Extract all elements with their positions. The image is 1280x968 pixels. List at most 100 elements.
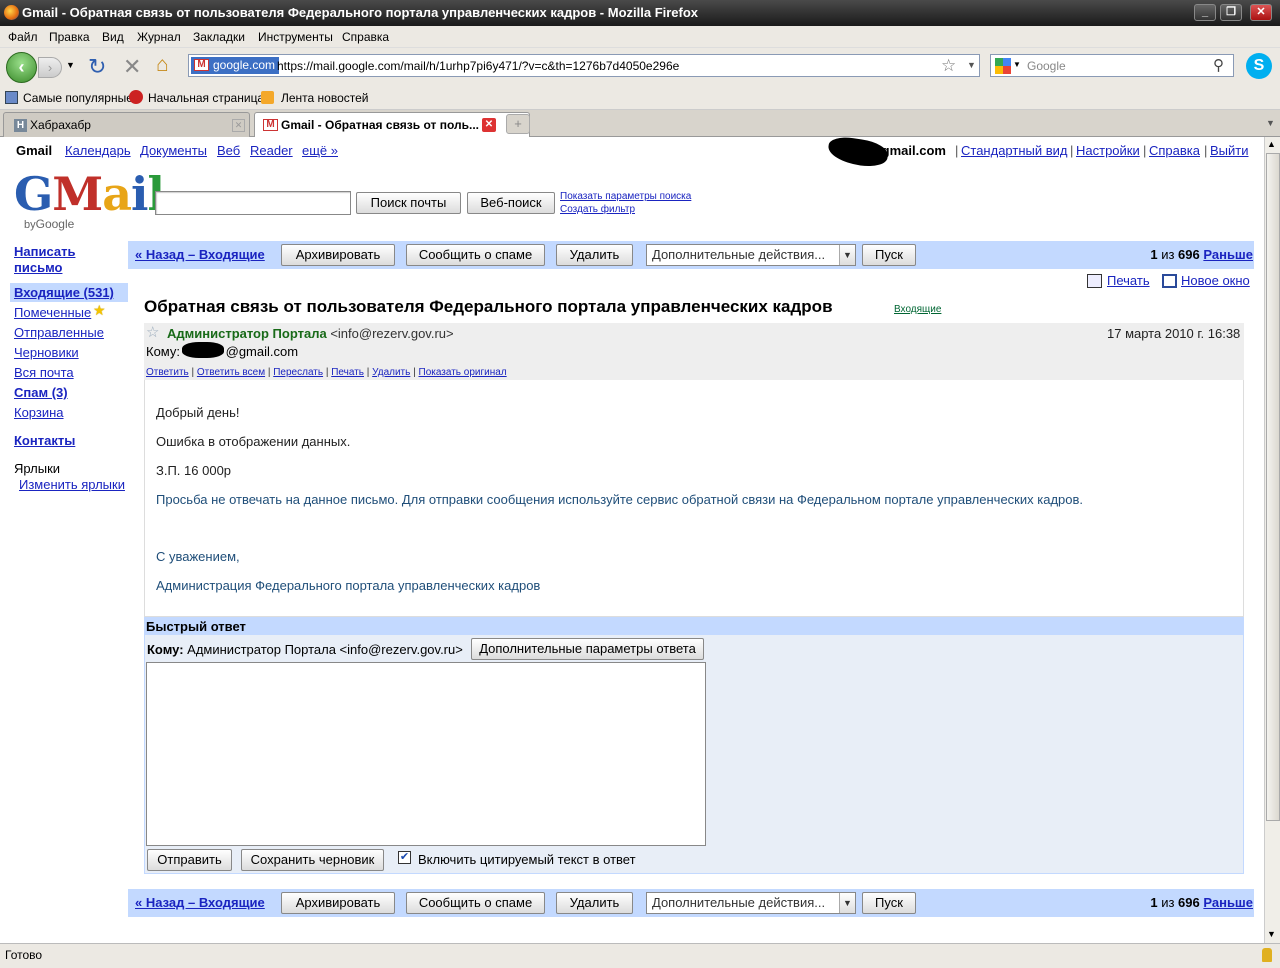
reload-icon[interactable]: ↻ — [88, 54, 106, 80]
more-actions-select[interactable]: Дополнительные действия... ▼ — [646, 244, 856, 266]
more-actions-select[interactable]: Дополнительные действия... ▼ — [646, 892, 856, 914]
home-icon[interactable]: ⌂ — [156, 53, 169, 77]
show-original-link[interactable]: Показать оригинал — [419, 367, 507, 378]
new-tab-button[interactable]: + — [506, 114, 530, 134]
nav-reader-link[interactable]: Reader — [250, 143, 293, 158]
report-spam-button[interactable]: Сообщить о спаме — [406, 892, 545, 914]
sidebar-item-all-mail[interactable]: Вся почта — [14, 365, 74, 380]
bookmark-start-page[interactable]: Начальная страница — [148, 91, 264, 105]
older-link[interactable]: Раньше — [1203, 247, 1253, 262]
sidebar-item-trash[interactable]: Корзина — [14, 405, 64, 420]
sidebar-item-inbox[interactable]: Входящие (531) — [14, 285, 114, 300]
reply-link[interactable]: Ответить — [146, 367, 189, 378]
menu-bookmarks[interactable]: Закладки — [193, 30, 245, 44]
nav-more-link[interactable]: ещё » — [302, 143, 338, 158]
tab-list-icon[interactable]: ▼ — [1266, 118, 1275, 128]
save-draft-button[interactable]: Сохранить черновик — [241, 849, 384, 871]
bookmark-most-visited[interactable]: Самые популярные — [23, 91, 133, 105]
tab-habrahabr[interactable]: H Хабрахабр ✕ — [3, 112, 250, 137]
nav-web-link[interactable]: Веб — [217, 143, 240, 158]
archive-button[interactable]: Архивировать — [281, 244, 395, 266]
search-mail-button[interactable]: Поиск почты — [356, 192, 461, 214]
print-icon[interactable] — [1087, 274, 1102, 288]
inbox-label-link[interactable]: Входящие — [894, 304, 941, 315]
search-bar[interactable]: ▼ Google ⚲ — [990, 54, 1234, 77]
site-identity-badge[interactable]: Mgoogle.com — [191, 57, 280, 74]
url-dropdown-icon[interactable]: ▼ — [967, 60, 976, 70]
reply-textarea[interactable] — [146, 662, 706, 846]
sidebar-item-contacts[interactable]: Контакты — [14, 433, 75, 448]
close-window-button[interactable]: ✕ — [1250, 4, 1272, 21]
edit-labels-link[interactable]: Изменить ярлыки — [19, 477, 125, 492]
minimize-button[interactable]: _ — [1194, 4, 1216, 21]
menu-history[interactable]: Журнал — [137, 30, 181, 44]
star-toggle-icon[interactable]: ☆ — [146, 323, 159, 341]
back-to-inbox-link[interactable]: « Назад – Входящие — [135, 247, 265, 262]
bookmarks-toolbar: Самые популярные Начальная страница Лент… — [0, 86, 1280, 110]
engine-dropdown-icon[interactable]: ▼ — [1013, 60, 1021, 69]
back-to-inbox-link[interactable]: « Назад – Входящие — [135, 895, 265, 910]
help-link[interactable]: Справка — [1149, 143, 1200, 158]
window-title: Gmail - Обратная связь от пользователя Ф… — [22, 5, 699, 20]
url-text[interactable]: https://mail.google.com/mail/h/1urhp7pi6… — [277, 59, 679, 73]
address-bar[interactable]: Mgoogle.com https://mail.google.com/mail… — [188, 54, 980, 77]
delete-button[interactable]: Удалить — [556, 244, 633, 266]
sidebar-item-starred[interactable]: Помеченные — [14, 305, 91, 320]
print-link[interactable]: Печать — [1107, 273, 1150, 288]
new-window-link[interactable]: Новое окно — [1181, 273, 1250, 288]
forward-link[interactable]: Переслать — [273, 367, 323, 378]
create-filter-link[interactable]: Создать фильтр — [560, 204, 635, 215]
scrollbar-thumb[interactable] — [1266, 153, 1280, 821]
nav-documents-link[interactable]: Документы — [140, 143, 207, 158]
close-tab-icon[interactable]: ✕ — [232, 119, 245, 132]
delete-button[interactable]: Удалить — [556, 892, 633, 914]
stop-icon[interactable]: ✕ — [123, 54, 141, 80]
scroll-down-icon[interactable]: ▼ — [1267, 929, 1276, 939]
more-reply-options-button[interactable]: Дополнительные параметры ответа — [471, 638, 704, 660]
back-button[interactable]: ‹ — [6, 52, 37, 83]
bookmark-star-icon[interactable]: ☆ — [941, 56, 956, 76]
menu-edit[interactable]: Правка — [49, 30, 90, 44]
send-button[interactable]: Отправить — [147, 849, 232, 871]
mail-search-input[interactable] — [155, 191, 351, 215]
include-quote-checkbox[interactable]: ✔ — [398, 851, 411, 864]
gmail-logo[interactable]: GMail — [14, 167, 165, 221]
show-search-options-link[interactable]: Показать параметры поиска — [560, 191, 691, 202]
history-dropdown-icon[interactable]: ▼ — [66, 60, 75, 70]
include-quote-label: Включить цитируемый текст в ответ — [418, 852, 636, 867]
recipient: Кому: @gmail.com — [146, 342, 299, 359]
go-button[interactable]: Пуск — [862, 244, 916, 266]
settings-link[interactable]: Настройки — [1076, 143, 1140, 158]
older-link[interactable]: Раньше — [1203, 895, 1253, 910]
go-button[interactable]: Пуск — [862, 892, 916, 914]
close-tab-icon[interactable]: ✕ — [482, 118, 496, 132]
basic-view-link[interactable]: Стандартный вид — [961, 143, 1067, 158]
nav-calendar-link[interactable]: Календарь — [65, 143, 131, 158]
web-search-button[interactable]: Веб-поиск — [467, 192, 555, 214]
lock-icon[interactable] — [1262, 948, 1272, 962]
google-engine-icon[interactable] — [995, 58, 1011, 74]
logout-link[interactable]: Выйти — [1210, 143, 1249, 158]
reply-all-link[interactable]: Ответить всем — [197, 367, 265, 378]
new-window-icon[interactable] — [1162, 274, 1177, 288]
menu-tools[interactable]: Инструменты — [258, 30, 333, 44]
forward-button[interactable]: › — [38, 57, 62, 78]
tab-gmail[interactable]: M Gmail - Обратная связь от поль... ✕ — [254, 112, 530, 138]
sidebar-item-drafts[interactable]: Черновики — [14, 345, 79, 360]
menu-file[interactable]: Файл — [8, 30, 38, 44]
menu-view[interactable]: Вид — [102, 30, 124, 44]
maximize-button[interactable]: ❐ — [1220, 4, 1242, 21]
delete-message-link[interactable]: Удалить — [372, 367, 410, 378]
menu-help[interactable]: Справка — [342, 30, 389, 44]
sidebar-item-spam[interactable]: Спам (3) — [14, 385, 68, 400]
sidebar-item-sent[interactable]: Отправленные — [14, 325, 104, 340]
print-message-link[interactable]: Печать — [331, 367, 364, 378]
vertical-scrollbar[interactable]: ▲ ▼ — [1264, 137, 1280, 943]
archive-button[interactable]: Архивировать — [281, 892, 395, 914]
bookmark-news-feed[interactable]: Лента новостей — [281, 91, 369, 105]
compose-link[interactable]: Написать письмо — [14, 244, 94, 276]
scroll-up-icon[interactable]: ▲ — [1267, 139, 1276, 149]
report-spam-button[interactable]: Сообщить о спаме — [406, 244, 545, 266]
skype-icon[interactable]: S — [1246, 53, 1272, 79]
search-magnifier-icon[interactable]: ⚲ — [1213, 56, 1224, 74]
